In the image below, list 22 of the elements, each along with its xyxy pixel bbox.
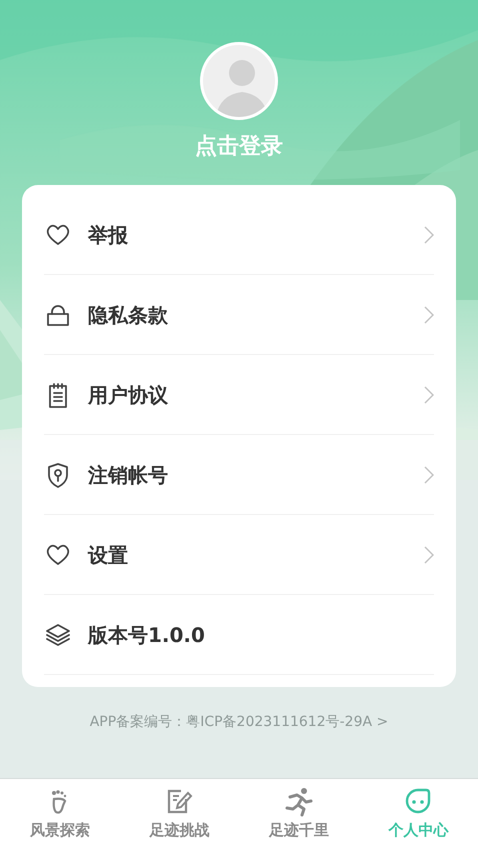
chevron-right-icon (424, 306, 434, 324)
menu-item[interactable]: 举报 (44, 195, 434, 275)
menu-item[interactable]: 隐私条款 (44, 275, 434, 355)
menu-label: 举报 (88, 222, 128, 248)
chevron-right-icon (424, 226, 434, 244)
menu-label: 隐私条款 (88, 302, 168, 328)
menu-item[interactable]: 用户协议 (44, 355, 434, 435)
chevron-right-icon (424, 386, 434, 404)
menu-item[interactable]: 注销帐号 (44, 435, 434, 515)
chevron-right-icon (424, 546, 434, 564)
tab[interactable]: 足迹千里 (239, 779, 358, 850)
tab[interactable]: 足迹挑战 (120, 779, 239, 850)
chevron-right-icon (424, 466, 434, 484)
menu-item[interactable]: 设置 (44, 515, 434, 595)
menu-label: 用户协议 (88, 382, 168, 408)
menu-label: 版本号1.0.0 (88, 622, 205, 648)
tab[interactable]: 个人中心 (358, 779, 478, 850)
menu-label: 注销帐号 (88, 462, 168, 488)
tab[interactable]: 风景探索 (0, 779, 120, 850)
menu-label: 设置 (88, 542, 128, 568)
runner-icon (284, 787, 314, 817)
icp-filing-link[interactable]: APP备案编号：粤ICP备2023111612号-29A > (0, 712, 478, 733)
